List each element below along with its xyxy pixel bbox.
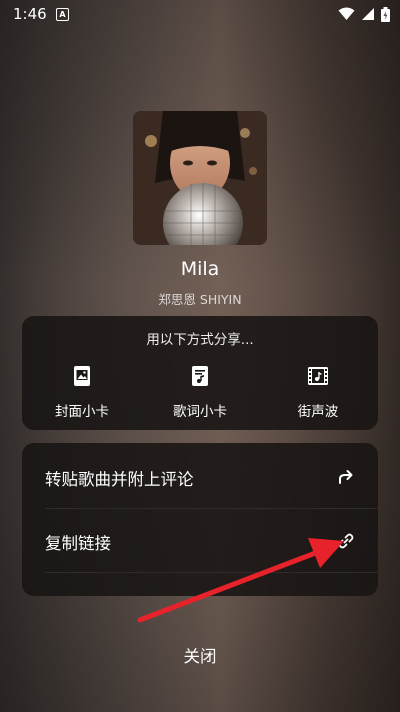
share-arrow-icon [339,470,353,484]
status-time: 1:46 [13,5,47,23]
share-options-panel: 用以下方式分享... 封面小卡 歌词小卡 街声波 [22,316,378,430]
wifi-icon [338,7,355,20]
action-label: 转贴歌曲并附上评论 [45,470,194,489]
divider [45,572,378,573]
album-cover [133,111,267,245]
lyrics-card-icon [192,366,208,386]
link-icon [338,533,354,549]
repost-with-comment-button[interactable]: 转贴歌曲并附上评论 [22,445,378,509]
share-option-label: 街声波 [297,404,339,420]
share-heading: 用以下方式分享... [146,332,254,348]
signal-icon [362,8,374,20]
share-actions-panel: 转贴歌曲并附上评论 复制链接 [22,443,378,596]
share-option-label: 封面小卡 [55,404,109,420]
film-music-icon [308,367,328,385]
share-option-lyrics-card[interactable]: 歌词小卡 [150,364,250,420]
close-button[interactable]: 关闭 [150,640,250,674]
image-card-icon [74,366,90,386]
copy-link-button[interactable]: 复制链接 [22,509,378,573]
song-artist: 郑思恩 SHIYIN [158,292,242,307]
share-option-cover-card[interactable]: 封面小卡 [32,364,132,420]
song-title: Mila [180,258,220,280]
status-icons [338,6,390,22]
share-option-street-voice[interactable]: 街声波 [268,364,368,420]
album-cover-image [133,111,267,245]
action-label: 复制链接 [45,534,111,553]
notification-icon: A [56,8,69,21]
share-option-label: 歌词小卡 [173,404,227,420]
status-bar: 1:46 A [0,0,400,30]
battery-icon [381,6,390,22]
